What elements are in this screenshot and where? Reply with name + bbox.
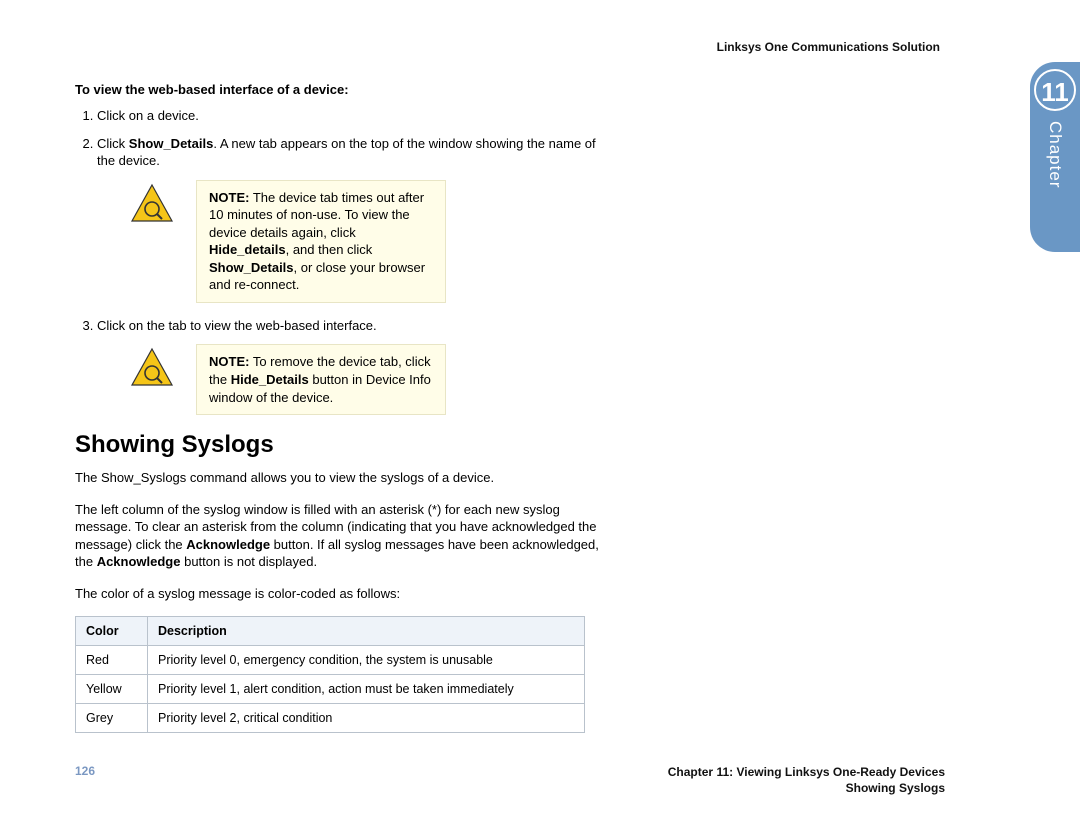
steps-list: Click on a device. Click Show_Details. A… xyxy=(75,107,605,170)
color-table: Color Description Red Priority level 0, … xyxy=(75,616,585,733)
step-2-prefix: Click xyxy=(97,136,129,151)
footer-line1: Chapter 11: Viewing Linksys One-Ready De… xyxy=(668,764,945,780)
section-title: Showing Syslogs xyxy=(75,431,605,459)
p2b1: Acknowledge xyxy=(186,537,270,552)
section-p1: The Show_Syslogs command allows you to v… xyxy=(75,469,605,487)
note-1-text: NOTE: The device tab times out after 10 … xyxy=(196,180,446,303)
note-2-b1: Hide_Details xyxy=(231,372,309,387)
step-2: Click Show_Details. A new tab appears on… xyxy=(97,135,605,170)
p2c: button is not displayed. xyxy=(180,554,317,569)
footer-right: Chapter 11: Viewing Linksys One-Ready De… xyxy=(668,764,945,796)
note-1-b1: Hide_details xyxy=(209,242,286,257)
th-description: Description xyxy=(148,617,585,646)
note-2-text: NOTE: To remove the device tab, click th… xyxy=(196,344,446,415)
step-1: Click on a device. xyxy=(97,107,605,125)
table-row: Yellow Priority level 1, alert condition… xyxy=(76,675,585,704)
note-1-b2: Show_Details xyxy=(209,260,294,275)
page-number: 126 xyxy=(75,764,95,796)
warning-icon xyxy=(130,347,174,387)
chapter-label: Chapter xyxy=(1045,121,1065,188)
content-column: To view the web-based interface of a dev… xyxy=(75,82,605,733)
p2b2: Acknowledge xyxy=(97,554,181,569)
note-1: NOTE: The device tab times out after 10 … xyxy=(130,180,605,303)
note-2-lead: NOTE: xyxy=(209,354,249,369)
chapter-tab: 11 Chapter xyxy=(1030,62,1080,252)
footer: 126 Chapter 11: Viewing Linksys One-Read… xyxy=(75,764,945,796)
cell-color: Grey xyxy=(76,704,148,733)
step-3: Click on the tab to view the web-based i… xyxy=(97,317,605,335)
cell-color: Yellow xyxy=(76,675,148,704)
cell-desc: Priority level 0, emergency condition, t… xyxy=(148,646,585,675)
cell-desc: Priority level 2, critical condition xyxy=(148,704,585,733)
cell-color: Red xyxy=(76,646,148,675)
table-row: Red Priority level 0, emergency conditio… xyxy=(76,646,585,675)
warning-icon xyxy=(130,183,174,223)
page: Linksys One Communications Solution 11 C… xyxy=(0,0,1080,834)
footer-line2: Showing Syslogs xyxy=(668,780,945,796)
cell-desc: Priority level 1, alert condition, actio… xyxy=(148,675,585,704)
section-p2: The left column of the syslog window is … xyxy=(75,501,605,571)
step-2-bold: Show_Details xyxy=(129,136,214,151)
note-2: NOTE: To remove the device tab, click th… xyxy=(130,344,605,415)
section-p3: The color of a syslog message is color-c… xyxy=(75,585,605,603)
table-row: Grey Priority level 2, critical conditio… xyxy=(76,704,585,733)
th-color: Color xyxy=(76,617,148,646)
steps-list-2: Click on the tab to view the web-based i… xyxy=(75,317,605,335)
procedure-title: To view the web-based interface of a dev… xyxy=(75,82,605,97)
note-1-lead: NOTE: xyxy=(209,190,249,205)
chapter-number: 11 xyxy=(1034,69,1076,111)
note-1-t2: , and then click xyxy=(286,242,373,257)
table-header-row: Color Description xyxy=(76,617,585,646)
running-header: Linksys One Communications Solution xyxy=(75,40,990,54)
